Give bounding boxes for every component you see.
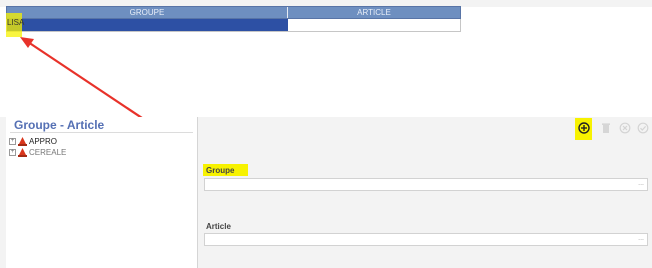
tree-pane: Groupe - Article + APPRO + CEREALE bbox=[6, 117, 198, 268]
groupe-picker-button[interactable]: ... bbox=[638, 180, 644, 187]
panel-title: Groupe - Article bbox=[14, 118, 105, 132]
title-divider bbox=[10, 132, 193, 133]
cancel-circle-icon[interactable] bbox=[619, 122, 631, 134]
trash-icon[interactable] bbox=[600, 122, 612, 134]
check-circle-icon[interactable] bbox=[637, 122, 649, 134]
expand-icon[interactable]: + bbox=[9, 138, 16, 145]
cone-icon bbox=[18, 137, 27, 146]
article-picker-button[interactable]: ... bbox=[638, 235, 644, 242]
tree-item-cereale[interactable]: + CEREALE bbox=[9, 147, 66, 158]
groupe-label: Groupe bbox=[206, 166, 235, 175]
arrow-head bbox=[20, 37, 34, 48]
article-field[interactable]: ... bbox=[204, 233, 648, 246]
form-pane: Groupe ... Article ... bbox=[198, 117, 652, 268]
tree-item-label: CEREALE bbox=[29, 148, 67, 157]
article-label: Article bbox=[206, 222, 231, 231]
tree-item-appro[interactable]: + APPRO bbox=[9, 136, 57, 147]
add-circle-icon[interactable] bbox=[578, 122, 590, 134]
groupe-field[interactable]: ... bbox=[204, 178, 648, 191]
groupe-article-panel: Groupe - Article + APPRO + CEREALE Group… bbox=[0, 117, 652, 268]
cone-icon bbox=[18, 148, 27, 157]
tree-item-label: APPRO bbox=[29, 137, 58, 146]
expand-icon[interactable]: + bbox=[9, 149, 16, 156]
